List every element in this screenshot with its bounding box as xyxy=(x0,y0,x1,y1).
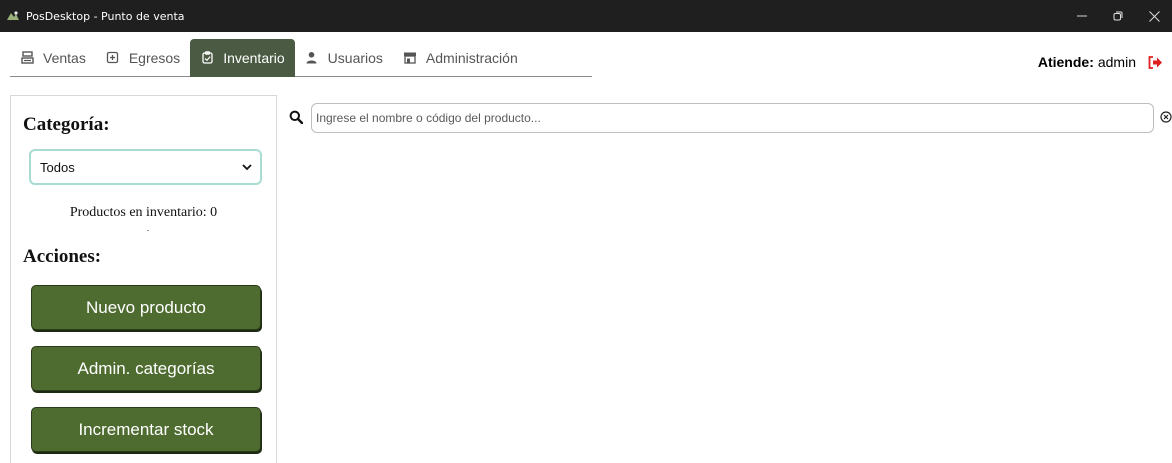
user-icon xyxy=(305,51,319,65)
close-icon[interactable] xyxy=(1136,0,1172,32)
tab-usuarios-label: Usuarios xyxy=(327,49,383,66)
tab-ventas[interactable]: Ventas xyxy=(10,39,96,77)
title-bar: PosDesktop - Punto de venta xyxy=(0,0,1172,32)
sidebar: Categoría: Todos Productos en inventario… xyxy=(10,95,277,463)
minimize-icon[interactable] xyxy=(1064,0,1100,32)
attend-label: Atiende: xyxy=(1037,54,1094,70)
product-search-input[interactable] xyxy=(311,103,1154,133)
increase-stock-button[interactable]: Incrementar stock xyxy=(31,407,261,452)
tab-administracion[interactable]: Administración xyxy=(393,39,528,77)
window-title: PosDesktop - Punto de venta xyxy=(26,9,185,23)
tab-inventario-label: Inventario xyxy=(223,49,285,66)
new-product-button[interactable]: Nuevo producto xyxy=(31,285,261,330)
logout-icon[interactable] xyxy=(1148,55,1164,69)
store-icon xyxy=(403,51,417,65)
actions-heading: Acciones: xyxy=(23,246,102,267)
clear-search-icon[interactable] xyxy=(1160,110,1172,123)
box-icon xyxy=(106,51,120,65)
category-select[interactable]: Todos xyxy=(29,149,262,185)
search-icon xyxy=(289,110,304,125)
admin-categories-button[interactable]: Admin. categorías xyxy=(31,346,261,391)
app-icon xyxy=(6,9,20,23)
current-user: Atiende: admin xyxy=(1038,54,1164,70)
clipboard-icon xyxy=(200,51,214,65)
tab-usuarios[interactable]: Usuarios xyxy=(295,39,393,77)
category-selected-value: Todos xyxy=(40,159,75,175)
tab-egresos[interactable]: Egresos xyxy=(96,39,190,77)
tab-inventario[interactable]: Inventario xyxy=(190,38,295,77)
tab-administracion-label: Administración xyxy=(425,49,518,66)
tab-ventas-label: Ventas xyxy=(43,49,86,66)
restore-icon[interactable] xyxy=(1100,0,1136,32)
user-name: admin xyxy=(1097,54,1136,70)
category-heading: Categoría: xyxy=(23,114,110,135)
tab-egresos-label: Egresos xyxy=(128,49,181,66)
divider xyxy=(147,230,149,231)
inventory-count: Productos en inventario: 0 xyxy=(69,205,218,220)
chevron-down-icon xyxy=(242,163,252,171)
main-nav: Ventas Egresos Inventario Usuarios Admin… xyxy=(10,38,592,77)
cash-register-icon xyxy=(20,51,34,65)
